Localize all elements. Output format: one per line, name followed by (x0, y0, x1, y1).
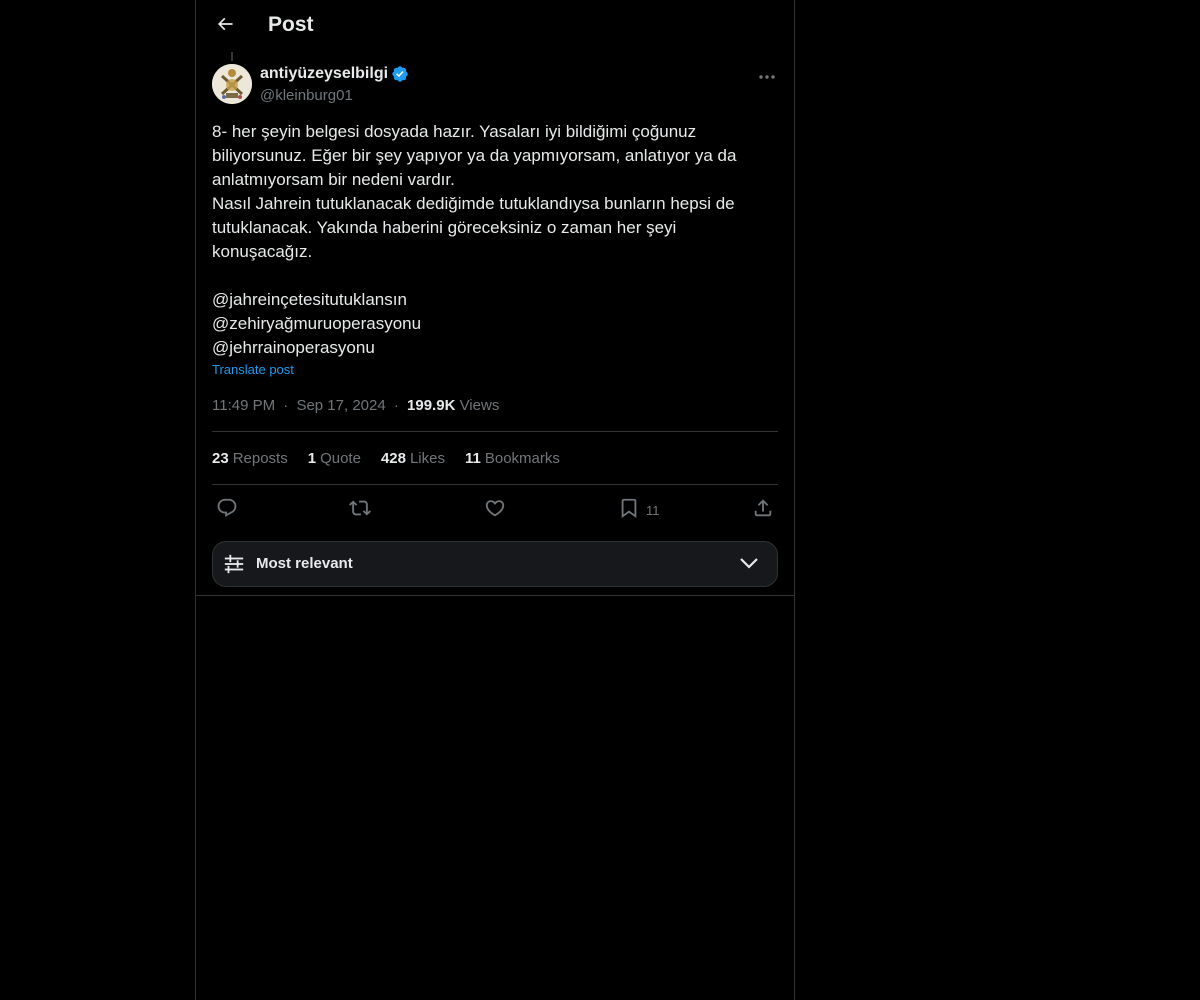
bookmarks-stat[interactable]: 11 Bookmarks (465, 450, 560, 467)
sort-label: Most relevant (256, 555, 353, 572)
mention-link[interactable]: @jehrrainoperasyonu (212, 336, 421, 360)
quotes-count: 1 (307, 450, 317, 467)
post-column: Post antiyüzeyselbilgi @kleinburg01 8- h… (195, 0, 795, 1000)
page-header: Post (196, 0, 794, 53)
verified-badge-icon[interactable] (391, 65, 409, 83)
reposts-label: Reposts (232, 450, 288, 467)
divider (196, 595, 794, 596)
page-title: Post (268, 13, 314, 36)
action-bar: 11 (212, 497, 778, 523)
mention-link[interactable]: @jahreinçetesitutuklansın (212, 288, 421, 312)
more-horizontal-icon (759, 66, 775, 84)
bookmark-button[interactable]: 11 (618, 497, 660, 523)
mention-link[interactable]: @zehiryağmuruoperasyonu (212, 312, 421, 336)
author-handle[interactable]: @kleinburg01 (260, 87, 409, 104)
quotes-stat[interactable]: 1 Quote (308, 450, 361, 467)
translate-post-link[interactable]: Translate post (212, 362, 294, 377)
avatar-emblem-icon (212, 64, 252, 104)
views-count: 199.9K (407, 397, 456, 414)
chevron-down-icon (739, 555, 759, 576)
bookmark-count: 11 (646, 502, 660, 518)
back-button[interactable] (207, 8, 243, 44)
like-icon (484, 497, 506, 524)
reposts-count: 23 (212, 450, 229, 467)
reply-button[interactable] (216, 497, 238, 523)
post-time[interactable]: 11:49 PM (212, 397, 275, 414)
avatar[interactable] (212, 64, 252, 104)
arrow-left-icon (215, 14, 235, 39)
views-label: Views (459, 397, 500, 414)
sliders-icon (223, 553, 245, 580)
share-button[interactable] (752, 497, 774, 523)
post-date[interactable]: Sep 17, 2024 (296, 397, 385, 414)
author-info: antiyüzeyselbilgi @kleinburg01 (260, 64, 409, 104)
meta-separator: · (283, 397, 289, 414)
more-options-button[interactable] (756, 66, 778, 84)
reply-icon (216, 497, 238, 524)
repost-icon (349, 497, 371, 524)
likes-count: 428 (380, 450, 406, 467)
post-mentions: @jahreinçetesitutuklansın @zehiryağmuruo… (212, 288, 421, 360)
share-icon (752, 497, 774, 524)
meta-separator: · (393, 397, 399, 414)
quotes-label: Quote (320, 450, 361, 467)
post-stats: 23 Reposts 1 Quote 428 Likes 11 Bookmarks (212, 450, 560, 467)
likes-stat[interactable]: 428 Likes (381, 450, 445, 467)
bookmarks-count: 11 (465, 450, 481, 467)
post-meta: 11:49 PM · Sep 17, 2024 · 199.9K Views (212, 397, 499, 414)
divider (212, 431, 778, 432)
bookmarks-label: Bookmarks (484, 450, 560, 467)
divider (212, 484, 778, 485)
sort-replies-dropdown[interactable]: Most relevant (212, 541, 778, 587)
likes-label: Likes (409, 450, 445, 467)
thread-line (231, 52, 233, 61)
author-display-name[interactable]: antiyüzeyselbilgi (260, 65, 388, 83)
like-button[interactable] (484, 497, 506, 523)
repost-button[interactable] (349, 497, 371, 523)
post-text: 8- her şeyin belgesi dosyada hazır. Yasa… (212, 122, 737, 261)
bookmark-icon (618, 497, 640, 524)
reposts-stat[interactable]: 23 Reposts (212, 450, 288, 467)
